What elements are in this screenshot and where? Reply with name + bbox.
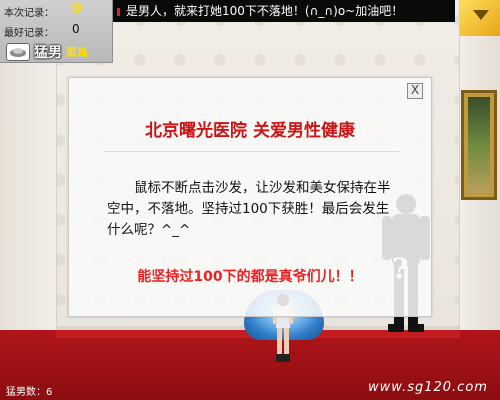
current-record-label: 本次记录： [4, 8, 54, 19]
current-record-value: 0 [72, 1, 82, 17]
dialog-challenge-note: 能坚持过100下的都是真爷们儿！！ [137, 269, 363, 285]
best-record-label: 最好记录： [4, 28, 54, 39]
intro-dialog: X 北京曙光医院 关爱男性健康 鼠标不断点击沙发，让沙发和美女保持在半空中，不落… [68, 77, 432, 317]
dialog-divider [103, 151, 399, 152]
ticker-marker-icon [117, 7, 120, 16]
rank-title: 猛男 [34, 45, 62, 61]
dialog-instructions: 鼠标不断点击沙发，让沙发和美女保持在半空中，不落地。坚持过100下获胜！最后会发… [107, 180, 391, 238]
menu-corner-button[interactable] [460, 0, 500, 36]
site-watermark: www.sg120.com [368, 380, 488, 395]
game-scene: 本次记录： 0 最好记录： 0 猛男 菜鸟 是男人，就来打她100下不落地！(∩… [0, 0, 500, 400]
dialog-title: 北京曙光医院 关爱男性健康 [145, 121, 355, 141]
painting-image [468, 97, 490, 193]
rank-subtitle: 菜鸟 [66, 46, 88, 59]
player-count: 猛男数：6 [6, 383, 52, 398]
ticker-text: 是男人，就来打她100下不落地！(∩_∩)o~加油吧！ [126, 4, 404, 18]
best-record-value: 0 [72, 22, 80, 36]
wall-painting [461, 90, 497, 200]
rank-icon [6, 43, 30, 61]
message-ticker: 是男人，就来打她100下不落地！(∩_∩)o~加油吧！ [113, 0, 455, 22]
player-count-label: 猛男数： [6, 387, 46, 398]
rank-badge: 猛男 菜鸟 [6, 42, 88, 62]
close-icon[interactable]: X [407, 83, 423, 99]
triangle-down-icon [473, 10, 489, 20]
score-panel: 本次记录： 0 最好记录： 0 猛男 菜鸟 [0, 0, 113, 63]
player-count-value: 6 [46, 387, 53, 398]
